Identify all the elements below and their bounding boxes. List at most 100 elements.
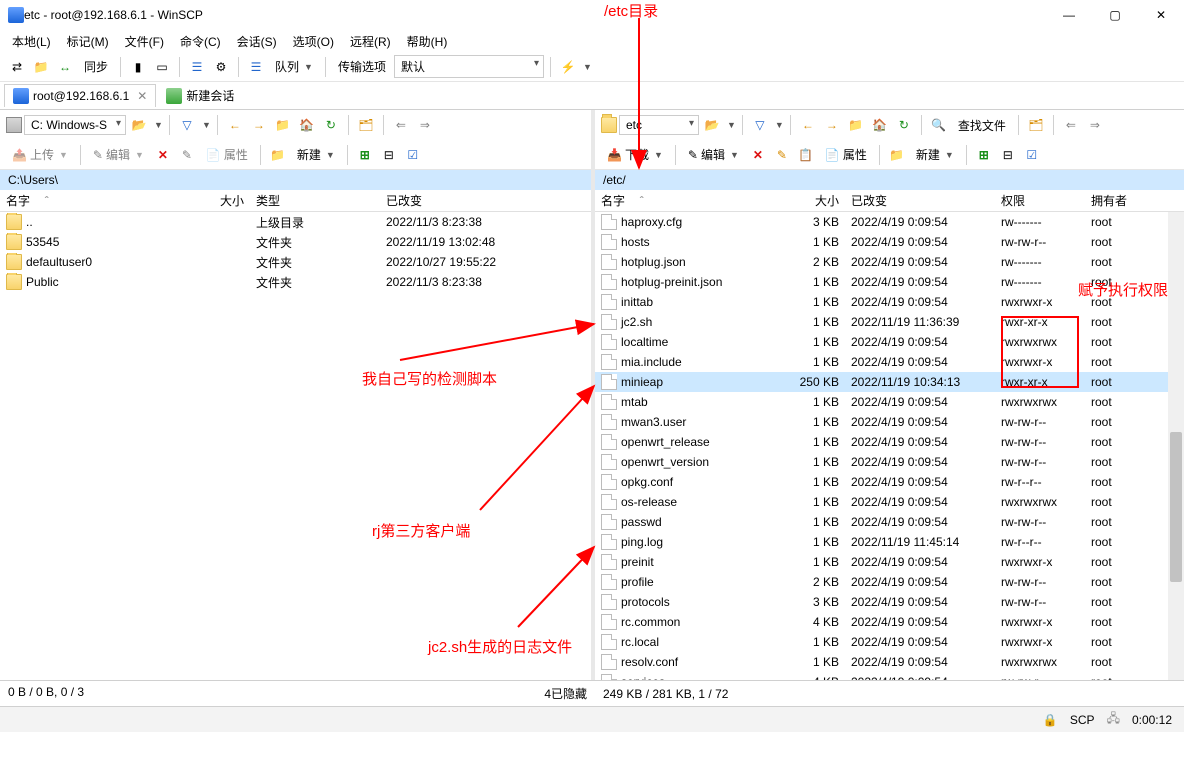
sync-browse-icon[interactable]: ↔ — [54, 56, 76, 78]
maximize-button[interactable]: ▢ — [1092, 0, 1138, 30]
menu-cmd[interactable]: 命令(C) — [174, 31, 227, 52]
remote-plus-button[interactable]: ⊞ — [973, 144, 995, 166]
remote-filter-icon[interactable]: ▽ — [749, 114, 771, 136]
menu-remote[interactable]: 远程(R) — [344, 31, 397, 52]
local-open-icon[interactable]: 📂 — [128, 114, 150, 136]
local-up-icon[interactable]: 📁 — [272, 114, 294, 136]
session-tab-active[interactable]: root@192.168.6.1 ✕ — [4, 84, 156, 107]
local-rename-button[interactable]: ✎ — [176, 144, 198, 166]
terminal-icon[interactable]: ▮ — [127, 56, 149, 78]
table-row[interactable]: defaultuser0文件夹2022/10/27 19:55:22 — [0, 252, 591, 272]
remote-col-changed[interactable]: 已改变 — [845, 189, 995, 212]
table-row[interactable]: ..上级目录2022/11/3 8:23:38 — [0, 212, 591, 232]
sync-button[interactable]: 同步 — [78, 56, 114, 77]
table-row[interactable]: localtime1 KB2022/4/19 0:09:54rwxrwxrwxr… — [595, 332, 1184, 352]
menu-session[interactable]: 会话(S) — [231, 31, 283, 52]
menu-mark[interactable]: 标记(M) — [61, 31, 115, 52]
remote-check-button[interactable]: ☑ — [1021, 144, 1043, 166]
remote-tree-icon[interactable]: 🗂 — [1025, 114, 1047, 136]
local-back-icon[interactable]: ← — [224, 114, 246, 136]
table-row[interactable]: hosts1 KB2022/4/19 0:09:54rw-rw-r--root — [595, 232, 1184, 252]
table-row[interactable]: opkg.conf1 KB2022/4/19 0:09:54rw-r--r--r… — [595, 472, 1184, 492]
local-drive-dropdown[interactable]: C: Windows-S — [24, 115, 126, 135]
remote-new-button[interactable]: 新建▼ — [910, 144, 960, 165]
queue-button[interactable]: 队列▼ — [269, 56, 319, 77]
local-col-type[interactable]: 类型 — [250, 189, 380, 212]
local-edit-button[interactable]: ✎ 编辑▼ — [87, 144, 150, 165]
local-col-name[interactable]: 名字 ˆ — [0, 189, 200, 212]
minimize-button[interactable]: — — [1046, 0, 1092, 30]
remote-col-owner[interactable]: 拥有者 — [1085, 189, 1135, 212]
local-col-size[interactable]: 大小 — [200, 189, 250, 212]
remote-download-button[interactable]: 📥 下载▼ — [601, 144, 669, 165]
remote-scrollbar-y[interactable] — [1168, 212, 1184, 680]
local-refresh-icon[interactable]: ↻ — [320, 114, 342, 136]
local-filter-icon[interactable]: ▽ — [176, 114, 198, 136]
toolbar-extra-icon[interactable]: ⚡ — [557, 56, 579, 78]
remote-home-icon[interactable]: 🏠 — [869, 114, 891, 136]
local-check-button[interactable]: ☑ — [402, 144, 424, 166]
table-row[interactable]: mwan3.user1 KB2022/4/19 0:09:54rw-rw-r--… — [595, 412, 1184, 432]
remote-refresh-icon[interactable]: ↻ — [893, 114, 915, 136]
remote-col-perm[interactable]: 权限 — [995, 189, 1085, 212]
table-row[interactable]: preinit1 KB2022/4/19 0:09:54rwxrwxr-xroo… — [595, 552, 1184, 572]
remote-col-name[interactable]: 名字 ˆ — [595, 189, 785, 212]
remote-newfolder-icon[interactable]: 📁 — [886, 144, 908, 166]
local-minus-button[interactable]: ⊟ — [378, 144, 400, 166]
table-row[interactable]: jc2.sh1 KB2022/11/19 11:36:39rwxr-xr-xro… — [595, 312, 1184, 332]
tab-close-icon[interactable]: ✕ — [137, 89, 147, 103]
settings-icon[interactable]: ⚙ — [210, 56, 232, 78]
remote-nav-left[interactable]: ⇐ — [1060, 114, 1082, 136]
local-plus-button[interactable]: ⊞ — [354, 144, 376, 166]
remote-properties-button[interactable]: 📄 属性 — [819, 144, 873, 165]
local-newfolder-icon[interactable]: 📁 — [267, 144, 289, 166]
close-button[interactable]: ✕ — [1138, 0, 1184, 30]
local-fwd-icon[interactable]: → — [248, 114, 270, 136]
table-row[interactable]: ping.log1 KB2022/11/19 11:45:14rw-r--r--… — [595, 532, 1184, 552]
table-row[interactable]: hotplug-preinit.json1 KB2022/4/19 0:09:5… — [595, 272, 1184, 292]
remote-up-icon[interactable]: 📁 — [845, 114, 867, 136]
local-nav-left[interactable]: ⇐ — [390, 114, 412, 136]
local-nav-right[interactable]: ⇒ — [414, 114, 436, 136]
remote-file-list[interactable]: haproxy.cfg3 KB2022/4/19 0:09:54rw------… — [595, 212, 1184, 680]
remote-minus-button[interactable]: ⊟ — [997, 144, 1019, 166]
table-row[interactable]: os-release1 KB2022/4/19 0:09:54rwxrwxrwx… — [595, 492, 1184, 512]
compare-icon[interactable]: 📁 — [30, 56, 52, 78]
local-col-changed[interactable]: 已改变 — [380, 189, 560, 212]
remote-edit-button[interactable]: ✎ 编辑▼ — [682, 144, 745, 165]
remote-rename-button[interactable]: ✎ — [771, 144, 793, 166]
menu-help[interactable]: 帮助(H) — [401, 31, 454, 52]
remote-fwd-icon[interactable]: → — [821, 114, 843, 136]
table-row[interactable]: protocols3 KB2022/4/19 0:09:54rw-rw-r--r… — [595, 592, 1184, 612]
local-properties-button[interactable]: 📄 属性 — [200, 144, 254, 165]
table-row[interactable]: inittab1 KB2022/4/19 0:09:54rwxrwxr-xroo… — [595, 292, 1184, 312]
local-home-icon[interactable]: 🏠 — [296, 114, 318, 136]
sync-icon[interactable]: ⇄ — [6, 56, 28, 78]
table-row[interactable]: 53545文件夹2022/11/19 13:02:48 — [0, 232, 591, 252]
menu-opt[interactable]: 选项(O) — [287, 31, 340, 52]
table-row[interactable]: haproxy.cfg3 KB2022/4/19 0:09:54rw------… — [595, 212, 1184, 232]
table-row[interactable]: Public文件夹2022/11/3 8:23:38 — [0, 272, 591, 292]
local-file-list[interactable]: ..上级目录2022/11/3 8:23:3853545文件夹2022/11/1… — [0, 212, 591, 680]
table-row[interactable]: minieap250 KB2022/11/19 10:34:13rwxr-xr-… — [595, 372, 1184, 392]
table-row[interactable]: passwd1 KB2022/4/19 0:09:54rw-rw-r--root — [595, 512, 1184, 532]
remote-delete-button[interactable]: ✕ — [747, 144, 769, 166]
find-button[interactable]: 查找文件 — [952, 115, 1012, 136]
remote-open-icon[interactable]: 📂 — [701, 114, 723, 136]
local-tree-icon[interactable]: 🗂 — [355, 114, 377, 136]
table-row[interactable]: profile2 KB2022/4/19 0:09:54rw-rw-r--roo… — [595, 572, 1184, 592]
remote-back-icon[interactable]: ← — [797, 114, 819, 136]
table-row[interactable]: rc.common4 KB2022/4/19 0:09:54rwxrwxr-xr… — [595, 612, 1184, 632]
local-delete-button[interactable]: ✕ — [152, 144, 174, 166]
remote-dir-dropdown[interactable]: etc — [619, 115, 699, 135]
table-row[interactable]: mtab1 KB2022/4/19 0:09:54rwxrwxrwxroot — [595, 392, 1184, 412]
table-row[interactable]: resolv.conf1 KB2022/4/19 0:09:54rwxrwxrw… — [595, 652, 1184, 672]
table-row[interactable]: rc.local1 KB2022/4/19 0:09:54rwxrwxr-xro… — [595, 632, 1184, 652]
local-new-button[interactable]: 新建▼ — [291, 144, 341, 165]
transfer-options-dropdown[interactable]: 默认 — [394, 55, 544, 78]
menu-file[interactable]: 文件(F) — [119, 31, 170, 52]
local-upload-button[interactable]: 📤 上传▼ — [6, 144, 74, 165]
table-row[interactable]: services4 KB2022/4/19 0:09:54rw-rw-r--ro… — [595, 672, 1184, 680]
menu-local[interactable]: 本地(L) — [6, 31, 57, 52]
remote-col-size[interactable]: 大小 — [785, 189, 845, 212]
